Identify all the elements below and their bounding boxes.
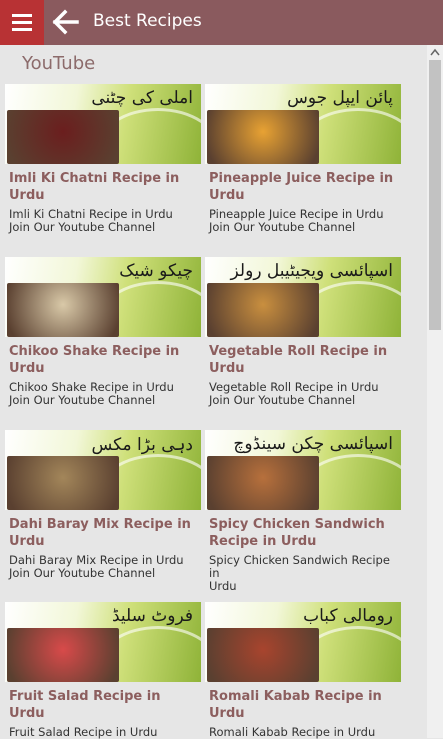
recipe-description: Chikoo Shake Recipe in Urdu Join Our You… bbox=[9, 380, 174, 407]
recipe-thumbnail[interactable]: فروٹ سلیڈ bbox=[5, 602, 201, 682]
recipe-title[interactable]: Vegetable Roll Recipe in Urdu bbox=[209, 343, 397, 377]
recipe-card[interactable]: رومالی کباب Romali Kabab Recipe in Urdu Ro… bbox=[205, 602, 401, 739]
recipe-card[interactable]: املی کی چٹنی Imli Ki Chatni Recipe in Urd… bbox=[5, 84, 201, 234]
urdu-title: املی کی چٹنی bbox=[91, 88, 193, 108]
urdu-title: فروٹ سلیڈ bbox=[111, 606, 193, 626]
urdu-title: چیکو شیک bbox=[119, 261, 193, 281]
recipe-photo bbox=[207, 110, 319, 164]
scrollbar-thumb[interactable] bbox=[429, 60, 441, 330]
recipe-thumbnail[interactable]: املی کی چٹنی bbox=[5, 84, 201, 164]
recipe-description: Fruit Salad Recipe in Urdu bbox=[9, 725, 158, 739]
urdu-title: اسپائسی چکن سینڈوچ bbox=[233, 434, 393, 454]
recipe-thumbnail[interactable]: اسپائسی چکن سینڈوچ bbox=[205, 430, 401, 510]
recipe-card[interactable]: فروٹ سلیڈ Fruit Salad Recipe in Urdu Fruit… bbox=[5, 602, 201, 739]
recipe-title[interactable]: Romali Kabab Recipe in Urdu bbox=[209, 688, 397, 722]
hamburger-icon[interactable] bbox=[0, 0, 44, 45]
recipe-description: Romali Kabab Recipe in Urdu bbox=[209, 725, 376, 739]
urdu-title: اسپائسی ویجیٹیبل رولز bbox=[230, 261, 393, 281]
section-title: YouTube bbox=[22, 53, 96, 74]
app-header: Best Recipes bbox=[0, 0, 443, 45]
recipe-description: Vegetable Roll Recipe in Urdu Join Our Y… bbox=[209, 380, 379, 407]
recipe-title[interactable]: Dahi Baray Mix Recipe in Urdu bbox=[9, 516, 197, 550]
recipe-description: Dahi Baray Mix Recipe in Urdu Join Our Y… bbox=[9, 553, 184, 580]
recipe-photo bbox=[7, 283, 119, 337]
recipe-title[interactable]: Chikoo Shake Recipe in Urdu bbox=[9, 343, 197, 377]
recipe-card[interactable]: اسپائسی ویجیٹیبل رولز Vegetable Roll Reci… bbox=[205, 257, 401, 407]
recipe-photo bbox=[207, 628, 319, 682]
recipe-photo bbox=[7, 110, 119, 164]
recipe-photo bbox=[7, 628, 119, 682]
recipe-description: Imli Ki Chatni Recipe in Urdu Join Our Y… bbox=[9, 207, 173, 234]
recipe-card[interactable]: پائن ایپل جوس Pineapple Juice Recipe in U… bbox=[205, 84, 401, 234]
recipe-description: Pineapple Juice Recipe in Urdu Join Our … bbox=[209, 207, 384, 234]
recipe-thumbnail[interactable]: پائن ایپل جوس bbox=[205, 84, 401, 164]
recipe-card[interactable]: اسپائسی چکن سینڈوچ Spicy Chicken Sandwich… bbox=[205, 430, 401, 593]
urdu-title: پائن ایپل جوس bbox=[287, 88, 393, 108]
back-arrow-icon[interactable] bbox=[52, 9, 80, 35]
app-title: Best Recipes bbox=[93, 11, 202, 31]
recipe-card[interactable]: چیکو شیک Chikoo Shake Recipe in Urdu Chiko… bbox=[5, 257, 201, 407]
recipe-card[interactable]: دہی بڑا مکس Dahi Baray Mix Recipe in Urdu… bbox=[5, 430, 201, 580]
recipe-title[interactable]: Imli Ki Chatni Recipe in Urdu bbox=[9, 170, 197, 204]
urdu-title: رومالی کباب bbox=[303, 606, 393, 626]
recipe-thumbnail[interactable]: اسپائسی ویجیٹیبل رولز bbox=[205, 257, 401, 337]
recipe-title[interactable]: Spicy Chicken Sandwich Recipe in Urdu bbox=[209, 516, 397, 550]
scroll-up-icon[interactable] bbox=[427, 45, 443, 59]
recipe-photo bbox=[7, 456, 119, 510]
recipe-thumbnail[interactable]: دہی بڑا مکس bbox=[5, 430, 201, 510]
recipe-description: Spicy Chicken Sandwich Recipe in Urdu bbox=[209, 553, 390, 593]
recipe-photo bbox=[207, 456, 319, 510]
recipe-thumbnail[interactable]: رومالی کباب bbox=[205, 602, 401, 682]
recipe-title[interactable]: Fruit Salad Recipe in Urdu bbox=[9, 688, 197, 722]
recipe-title[interactable]: Pineapple Juice Recipe in Urdu bbox=[209, 170, 397, 204]
recipe-photo bbox=[207, 283, 319, 337]
recipe-thumbnail[interactable]: چیکو شیک bbox=[5, 257, 201, 337]
urdu-title: دہی بڑا مکس bbox=[91, 435, 193, 455]
